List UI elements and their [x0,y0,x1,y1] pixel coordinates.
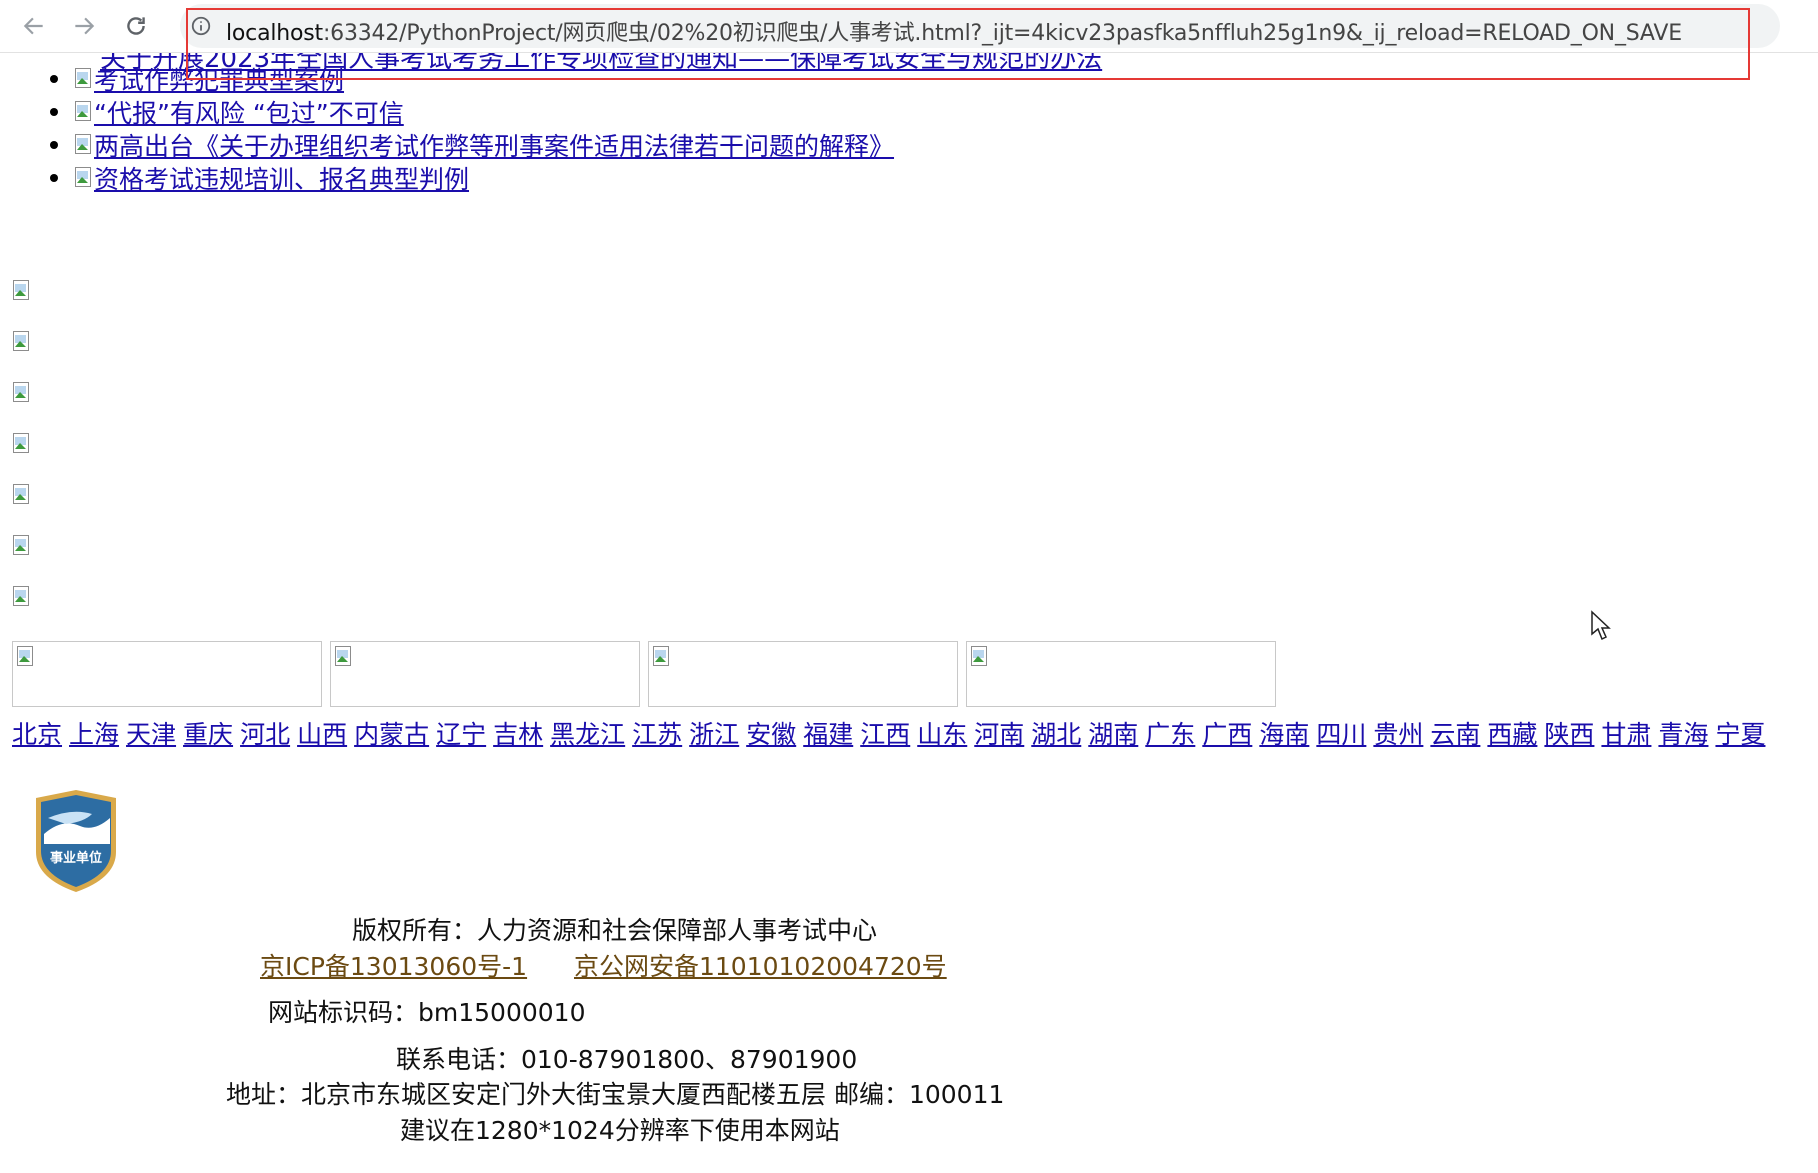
arrow-left-icon [23,17,43,35]
police-record-link[interactable]: 京公网安备11010102004720号 [574,947,947,983]
province-link[interactable]: 北京 [12,720,62,749]
broken-image-icon [652,646,672,668]
resolution-text: 建议在1280*1024分辨率下使用本网站 [400,1116,840,1145]
arrow-right-icon [75,17,95,35]
province-link[interactable]: 宁夏 [1715,720,1765,749]
back-button[interactable] [14,6,54,46]
broken-image-icon[interactable] [12,535,32,557]
bullet [50,74,58,83]
banner-image-4[interactable] [966,641,1276,707]
province-link[interactable]: 安徽 [746,720,796,749]
province-link[interactable]: 河北 [240,720,290,749]
news-link[interactable]: “代报”有风险 “包过”不可信 [94,94,404,130]
province-link[interactable]: 吉林 [493,720,543,749]
broken-image-icon [74,67,94,90]
bullet [50,107,58,116]
province-link[interactable]: 广西 [1202,720,1252,749]
province-link[interactable]: 青海 [1658,720,1708,749]
province-link[interactable]: 广东 [1145,720,1195,749]
province-link[interactable]: 四川 [1316,720,1366,749]
province-link[interactable]: 江西 [860,720,910,749]
broken-image-icon[interactable] [12,433,32,455]
site-code-text: 网站标识码：bm15000010 [268,998,586,1027]
broken-image-icon [74,100,94,123]
province-link[interactable]: 贵州 [1373,720,1423,749]
list-item: “代报”有风险 “包过”不可信 [50,95,894,128]
province-link[interactable]: 海南 [1259,720,1309,749]
province-link[interactable]: 浙江 [689,720,739,749]
province-link[interactable]: 内蒙古 [354,720,429,749]
news-list: 考试作弊犯罪典型案例 “代报”有风险 “包过”不可信 两高出台《关于办理组织考试… [50,62,894,194]
broken-image-icon [334,646,354,668]
list-item: 资格考试违规培训、报名典型判例 [50,161,894,194]
address-text: 地址：北京市东城区安定门外大街宝景大厦西配楼五层 邮编：100011 [226,1080,1005,1109]
broken-image-icon[interactable] [12,586,32,608]
province-link[interactable]: 湖南 [1088,720,1138,749]
broken-image-icon[interactable] [12,331,32,353]
broken-image-icon [16,646,36,668]
badge-text: 事业单位 [50,850,102,866]
province-link[interactable]: 湖北 [1031,720,1081,749]
province-link[interactable]: 福建 [803,720,853,749]
banner-image-3[interactable] [648,641,958,707]
province-links: 北京 上海 天津 重庆 河北 山西 内蒙古 辽宁 吉林 黑龙江 江苏 浙江 安徽 福建 江西 山东 河南 湖北 湖南… [12,715,1772,751]
reload-icon [127,17,145,35]
province-link[interactable]: 西藏 [1487,720,1537,749]
province-link[interactable]: 甘肃 [1601,720,1651,749]
province-link[interactable]: 黑龙江 [550,720,625,749]
broken-image-icon[interactable] [12,382,32,404]
list-item: 两高出台《关于办理组织考试作弊等刑事案件适用法律若干问题的解释》 [50,128,894,161]
mouse-cursor-icon [1591,610,1611,641]
province-link[interactable]: 辽宁 [436,720,486,749]
province-link[interactable]: 河南 [974,720,1024,749]
broken-image-icon [74,133,94,156]
phone-text: 联系电话：010-87901800、87901900 [396,1045,858,1074]
province-link[interactable]: 上海 [69,720,119,749]
bullet [50,140,58,149]
province-link[interactable]: 江苏 [632,720,682,749]
copyright-text: 版权所有：人力资源和社会保障部人事考试中心 [352,916,878,945]
news-link[interactable]: 资格考试违规培训、报名典型判例 [94,160,469,196]
broken-image-icon[interactable] [12,280,32,302]
broken-image-icon [970,646,990,668]
image-column [12,280,32,637]
banner-image-1[interactable] [12,641,322,707]
annotation-highlight [186,8,1750,80]
banner-image-2[interactable] [330,641,640,707]
province-link[interactable]: 重庆 [183,720,233,749]
news-link[interactable]: 两高出台《关于办理组织考试作弊等刑事案件适用法律若干问题的解释》 [94,127,894,163]
forward-button[interactable] [64,6,104,46]
province-link[interactable]: 天津 [126,720,176,749]
broken-image-icon[interactable] [12,484,32,506]
province-link[interactable]: 山东 [917,720,967,749]
broken-image-icon [74,166,94,189]
bullet [50,173,58,182]
reload-button[interactable] [116,6,156,46]
province-link[interactable]: 山西 [297,720,347,749]
province-link[interactable]: 陕西 [1544,720,1594,749]
province-link[interactable]: 云南 [1430,720,1480,749]
icp-link[interactable]: 京ICP备13013060号-1 [260,947,527,983]
institution-badge-icon[interactable]: 事业单位 [32,788,120,894]
